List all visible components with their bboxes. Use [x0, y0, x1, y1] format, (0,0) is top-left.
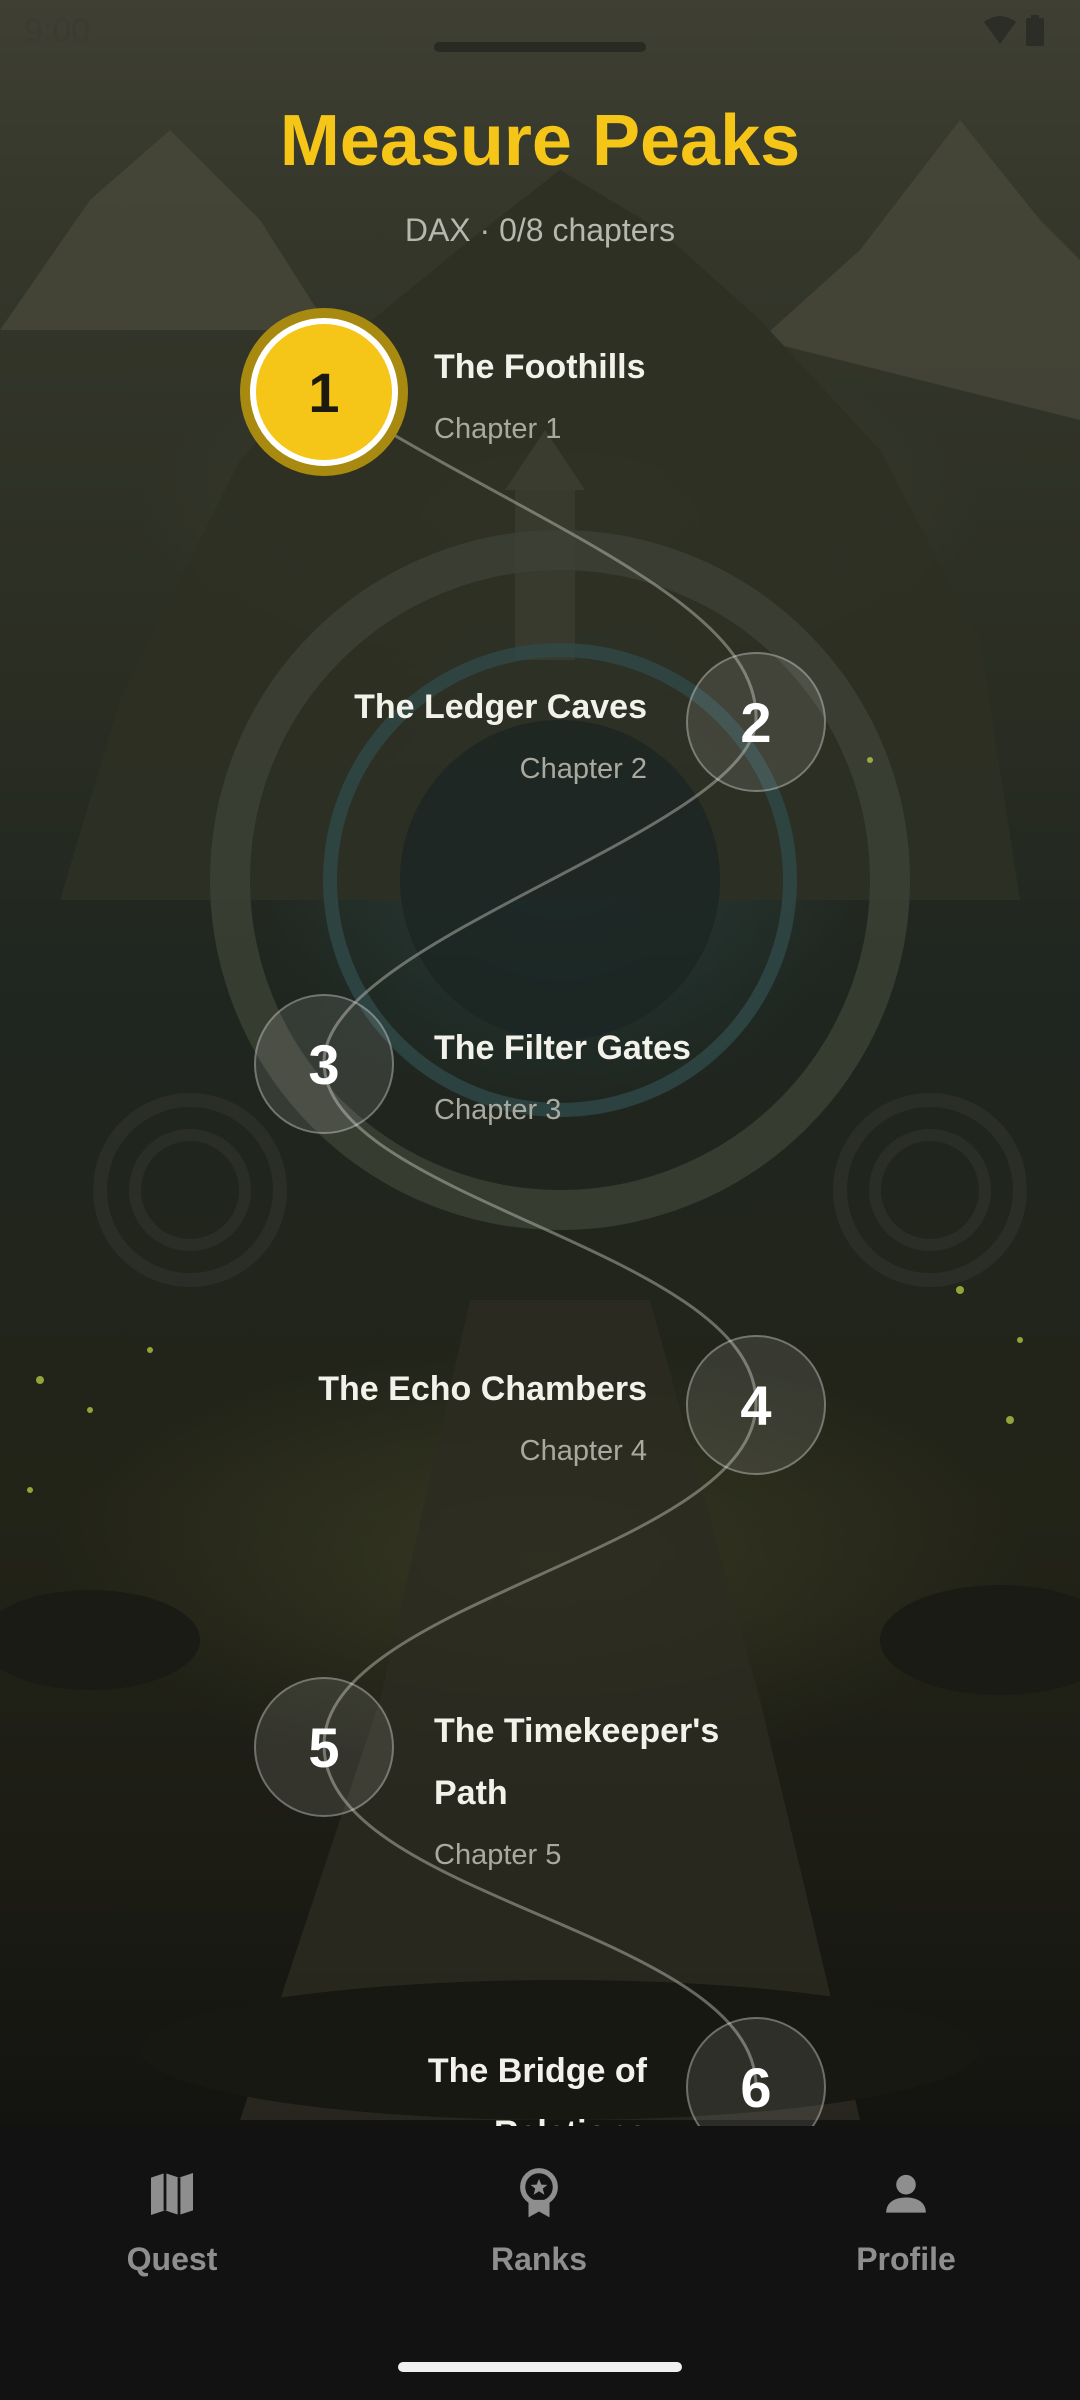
chapter-node-5[interactable]: 5: [254, 1677, 394, 1817]
chapter-node-1[interactable]: 1: [250, 318, 398, 466]
chapter-node-3[interactable]: 3: [254, 994, 394, 1134]
chapter-label: Chapter 4: [519, 1435, 647, 1467]
home-indicator[interactable]: [398, 2362, 682, 2372]
chapter-label: Chapter 3: [434, 1094, 562, 1126]
chapter-info-2[interactable]: The Ledger Caves Chapter 2: [347, 676, 647, 800]
nav-item-profile[interactable]: Profile: [756, 2166, 1056, 2278]
chapter-node-2[interactable]: 2: [686, 652, 826, 792]
nav-label: Ranks: [490, 2241, 588, 2277]
chapter-info-5[interactable]: The Timekeeper's Path Chapter 5: [434, 1700, 734, 1886]
chapter-name: The Foothills: [434, 348, 646, 386]
chapter-label: Chapter 1: [434, 413, 562, 445]
nav-label: Quest: [126, 2241, 218, 2277]
bottom-navigation: Quest Ranks Profile: [0, 2126, 1080, 2400]
person-icon: [886, 2174, 926, 2213]
chapter-info-1[interactable]: The Foothills Chapter 1: [434, 336, 734, 460]
chapter-name: The Timekeeper's Path: [434, 1712, 720, 1812]
chapter-info-3[interactable]: The Filter Gates Chapter 3: [434, 1017, 734, 1141]
chapter-name: The Filter Gates: [434, 1029, 691, 1067]
chapter-label: Chapter 5: [434, 1839, 562, 1871]
map-icon: [151, 2173, 193, 2215]
nav-label: Profile: [856, 2241, 956, 2277]
badge-icon: [520, 2168, 558, 2218]
chapter-name: The Ledger Caves: [354, 688, 647, 726]
chapter-info-4[interactable]: The Echo Chambers Chapter 4: [297, 1358, 647, 1482]
chapter-name: The Echo Chambers: [318, 1370, 647, 1408]
chapter-node-4[interactable]: 4: [686, 1335, 826, 1475]
nav-item-ranks[interactable]: Ranks: [389, 2166, 689, 2278]
nav-item-quest[interactable]: Quest: [22, 2166, 322, 2278]
chapter-label: Chapter 2: [519, 753, 647, 785]
